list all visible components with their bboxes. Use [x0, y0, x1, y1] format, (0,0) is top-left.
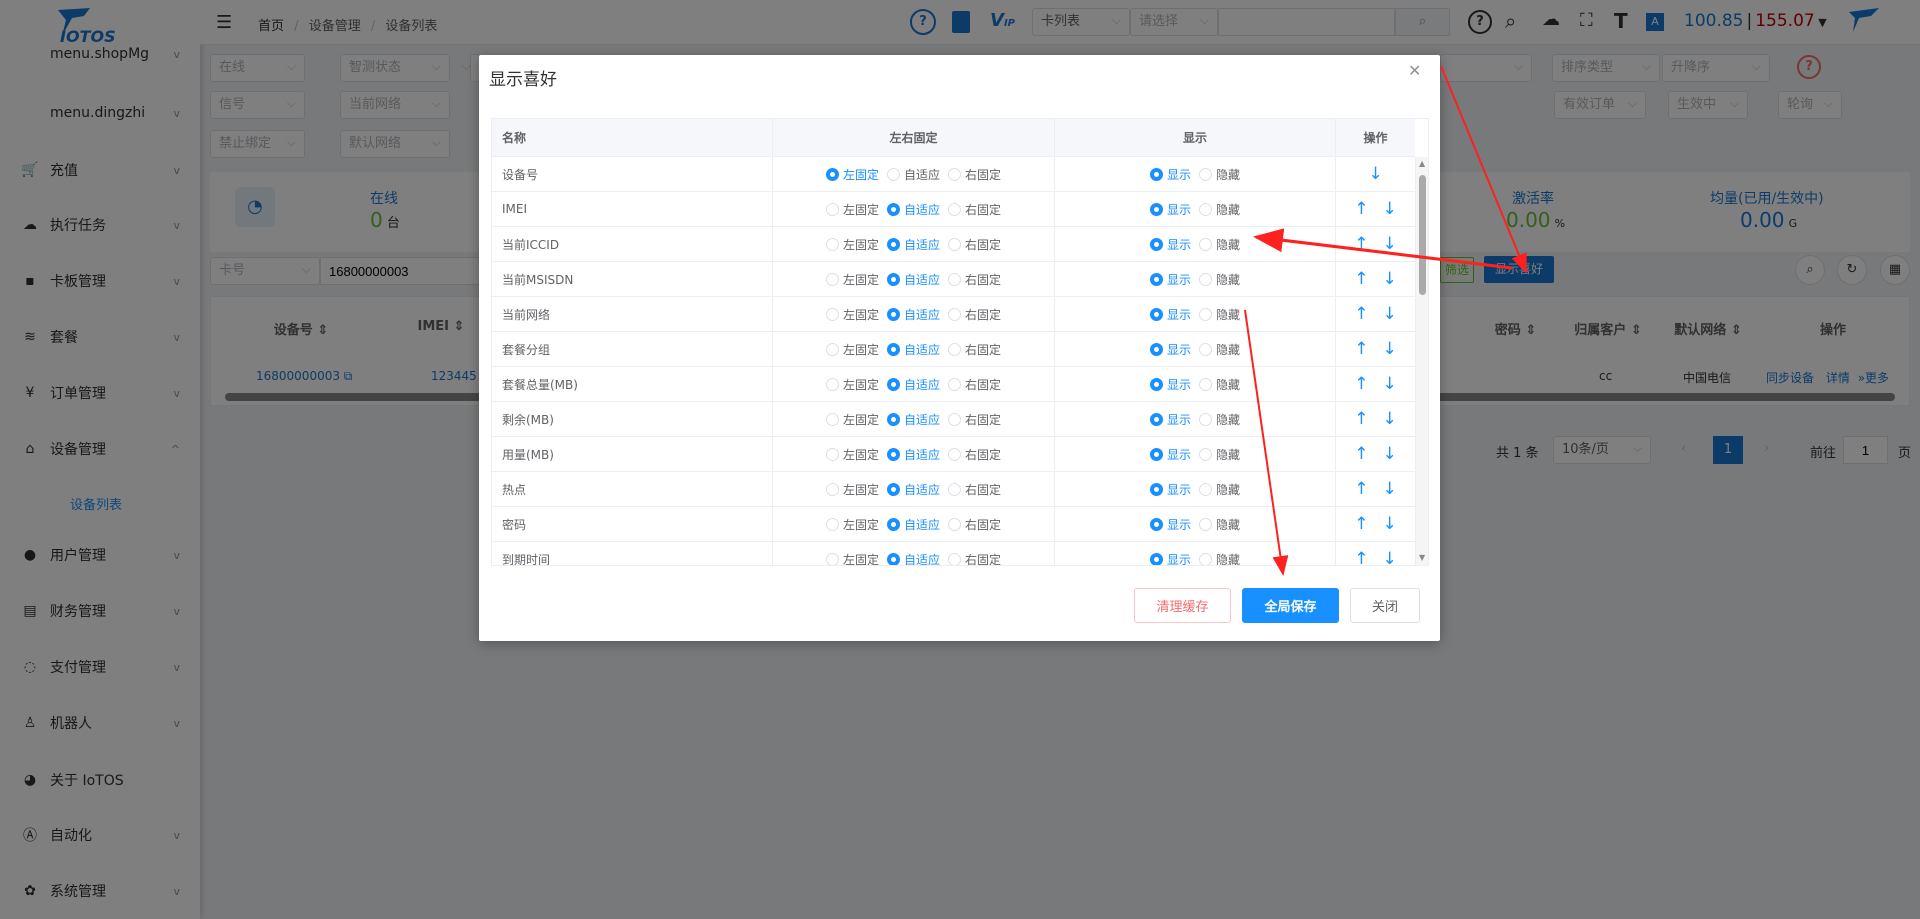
arrow-to-save [1244, 309, 1289, 576]
arrow-to-show-column [1253, 228, 1513, 270]
annotation-arrows [1244, 65, 1527, 576]
arrow-to-display-pref [1440, 65, 1527, 274]
